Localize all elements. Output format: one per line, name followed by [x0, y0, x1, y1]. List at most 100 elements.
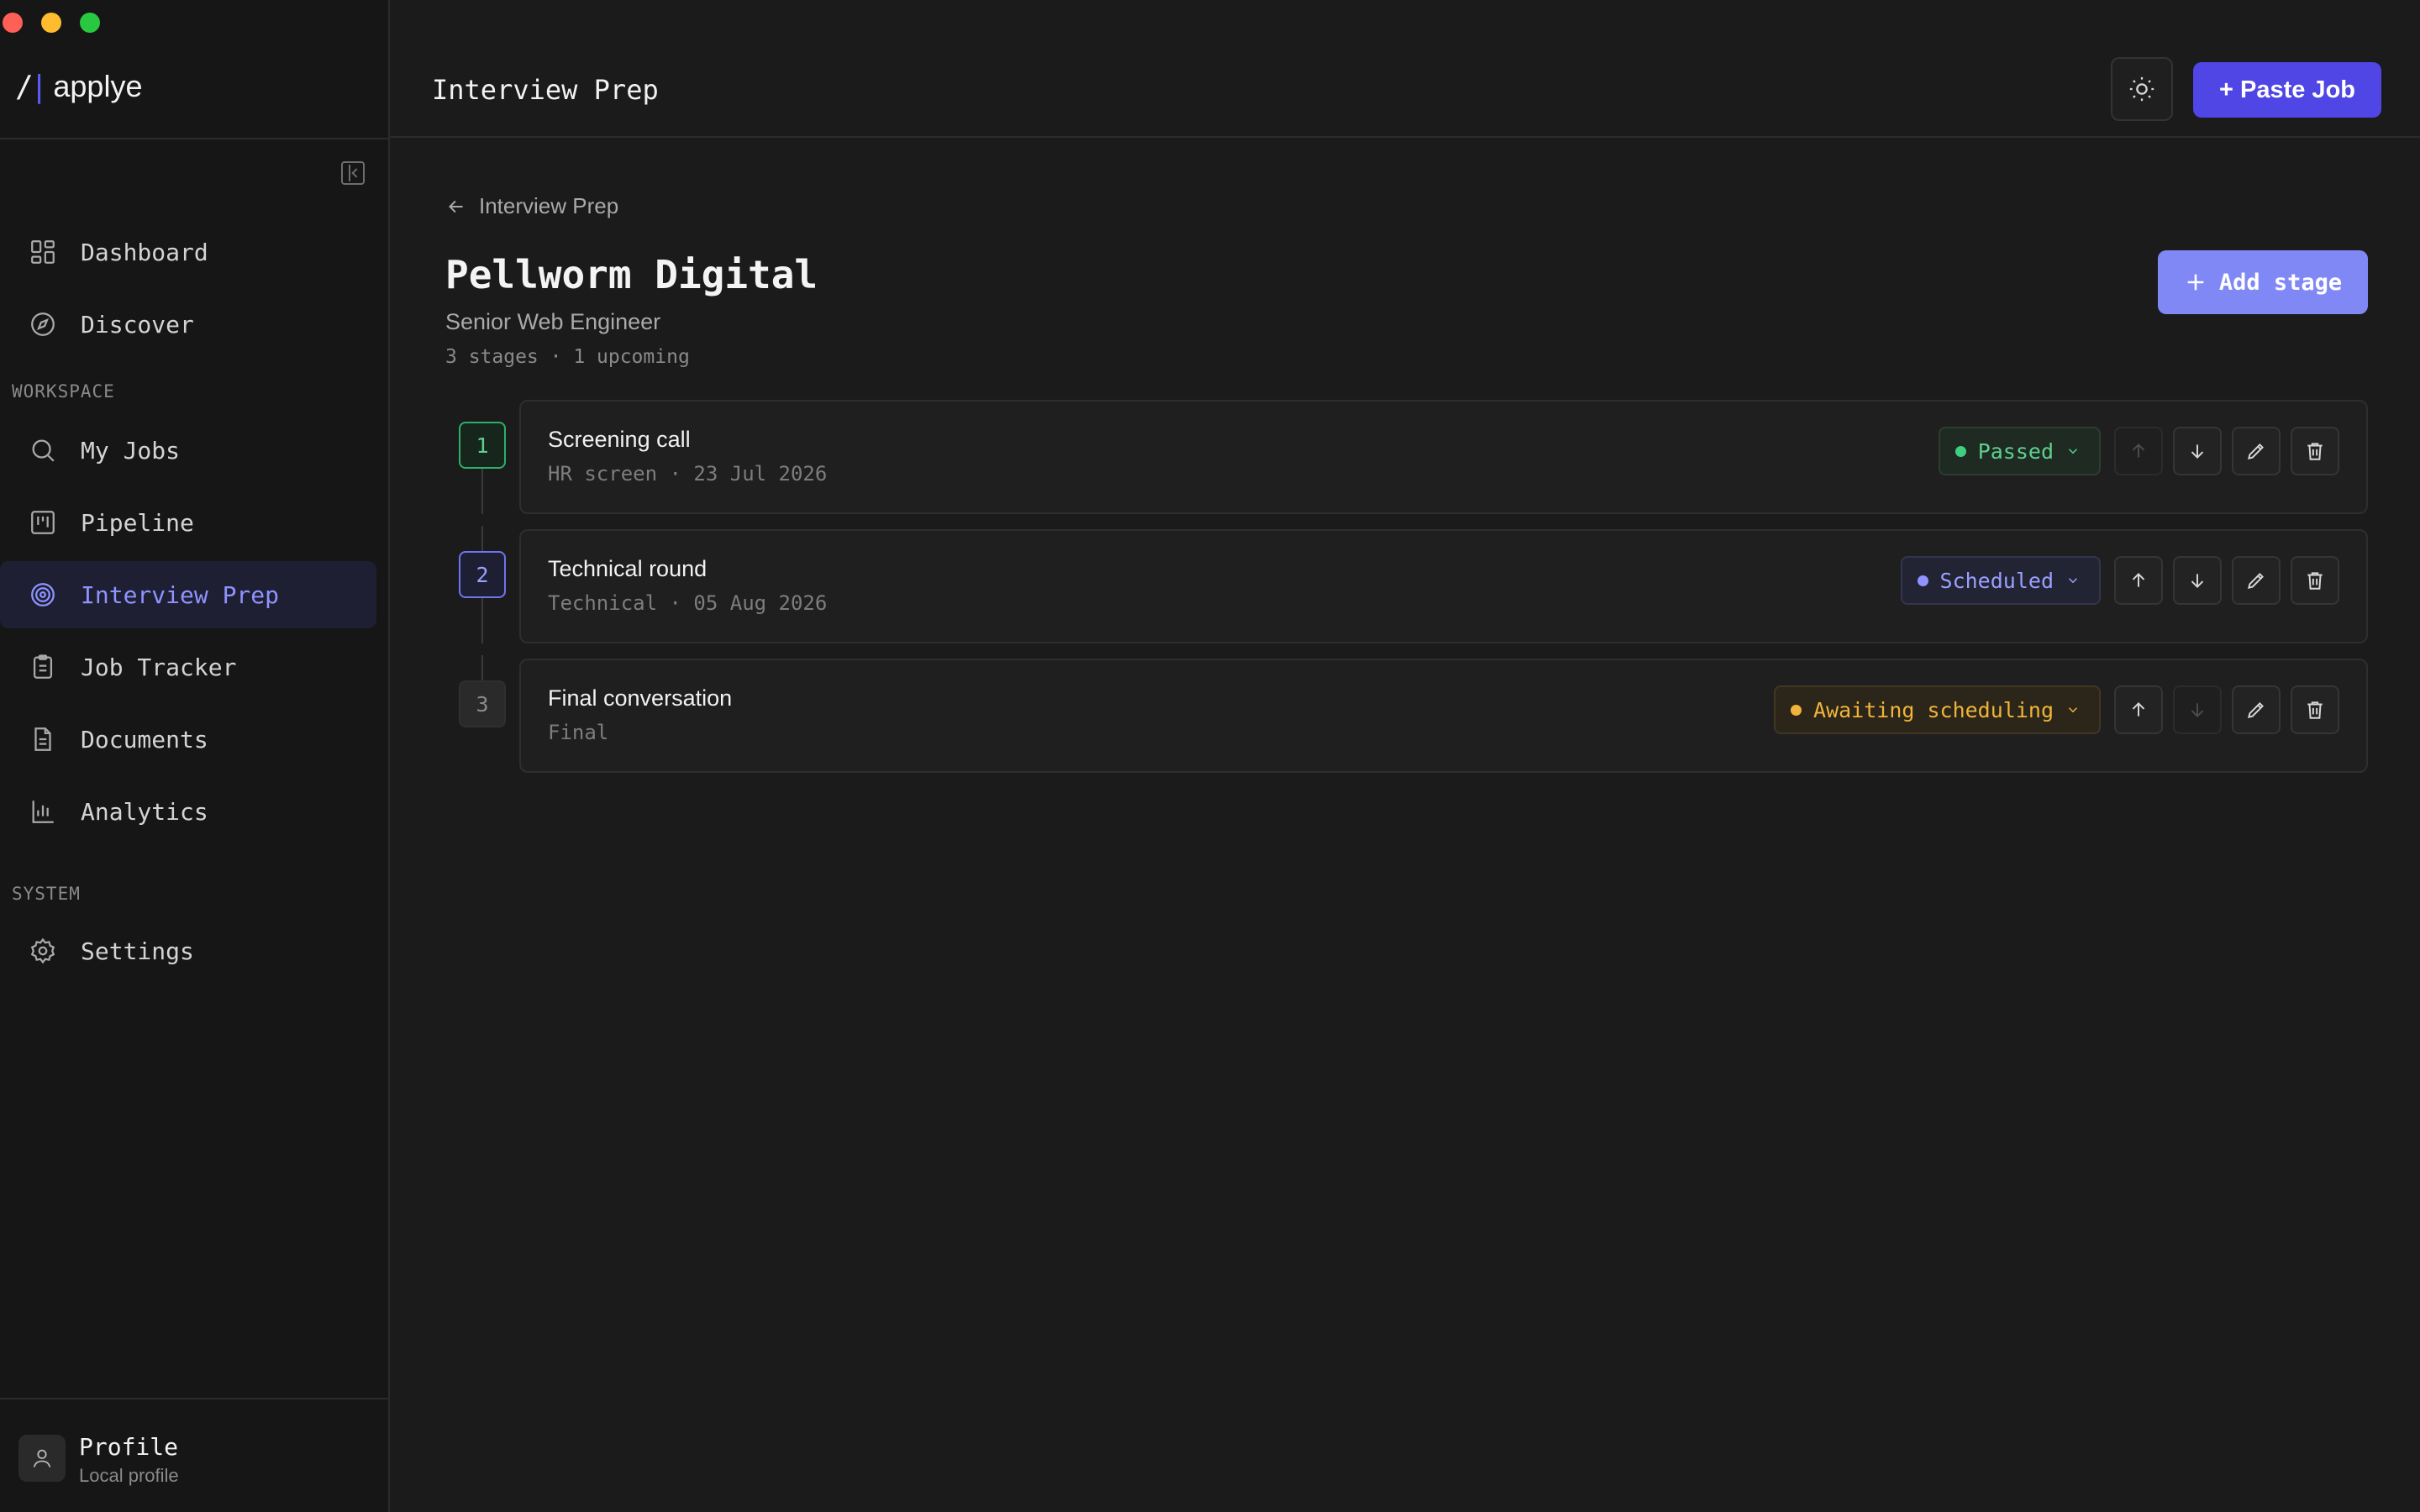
chevron-down-icon [2068, 578, 2078, 584]
top-bar: Interview Prep + Paste Job [390, 0, 2420, 138]
stages-summary: 3 stages · 1 upcoming [445, 346, 690, 368]
stage-subtitle: Technical · 05 Aug 2026 [548, 591, 828, 615]
move-up-button[interactable] [2114, 427, 2163, 475]
delete-button[interactable] [2291, 685, 2339, 734]
stage-connector [481, 526, 483, 551]
paste-job-button[interactable]: + Paste Job [2193, 62, 2381, 118]
add-stage-button[interactable]: Add stage [2158, 250, 2368, 314]
stage-connector [481, 598, 483, 643]
stage-connector [481, 469, 483, 514]
user-icon [33, 1449, 51, 1467]
sidebar-item-label: Interview Prep [81, 580, 280, 609]
status-dot [1791, 704, 1802, 716]
stage-title: Screening call [548, 427, 691, 452]
back-link-label: Interview Prep [479, 193, 619, 218]
collapse-sidebar-icon[interactable] [341, 161, 365, 185]
delete-button[interactable] [2291, 427, 2339, 475]
trash-icon [2307, 572, 2323, 590]
status-dropdown[interactable]: Awaiting scheduling [1774, 685, 2101, 734]
stage-number-badge: 3 [459, 680, 506, 727]
sidebar-item-dashboard[interactable]: Dashboard [0, 218, 376, 286]
page-title: Interview Prep [432, 74, 659, 106]
move-down-button[interactable] [2173, 427, 2222, 475]
sidebar-item-label: Discover [81, 310, 194, 339]
pencil-icon [2247, 444, 2264, 460]
sidebar-item-interview-prep[interactable]: Interview Prep [0, 561, 376, 628]
stage-actions: Passed [1938, 427, 2339, 475]
minimize-window-button[interactable] [41, 13, 61, 33]
sidebar-item-discover[interactable]: Discover [0, 291, 376, 358]
company-name: Pellworm Digital [445, 252, 818, 297]
stage-actions: Scheduled [1900, 556, 2339, 605]
sidebar-item-job-tracker[interactable]: Job Tracker [0, 633, 376, 701]
back-link[interactable]: Interview Prep [445, 193, 618, 219]
section-label-workspace: WORKSPACE [12, 381, 115, 402]
stage-subtitle: HR screen · 23 Jul 2026 [548, 462, 828, 486]
brand-mark-icon: /| [15, 69, 48, 104]
avatar [18, 1435, 66, 1482]
theme-toggle-button[interactable] [2111, 57, 2173, 121]
sidebar-item-label: Documents [81, 725, 208, 753]
edit-button[interactable] [2232, 685, 2281, 734]
sidebar-item-pipeline[interactable]: Pipeline [0, 489, 376, 556]
status-label: Scheduled [1939, 568, 2054, 593]
chevron-down-icon [2068, 449, 2078, 454]
section-label-system: SYSTEM [12, 884, 81, 904]
stage-connector [481, 655, 483, 680]
status-dot [1917, 575, 1928, 586]
profile-subtitle: Local profile [79, 1465, 179, 1486]
edit-button[interactable] [2232, 427, 2281, 475]
pencil-icon [2247, 573, 2264, 590]
stage-card: Final conversation Final Awaiting schedu… [519, 659, 2368, 773]
gear-icon [29, 937, 57, 965]
sidebar-item-analytics[interactable]: Analytics [0, 778, 376, 845]
stage-card: Technical round Technical · 05 Aug 2026 … [519, 529, 2368, 643]
stage-card: Screening call HR screen · 23 Jul 2026 P… [519, 400, 2368, 514]
status-label: Passed [1977, 438, 2054, 464]
trash-icon [2307, 701, 2323, 719]
arrow-up-icon [2132, 573, 2145, 587]
brand-logo[interactable]: /| applye [15, 69, 142, 104]
sidebar: /| applye Dashboard Discover WORKSPACE M… [0, 0, 390, 1512]
status-dropdown[interactable]: Passed [1938, 427, 2101, 475]
maximize-window-button[interactable] [80, 13, 100, 33]
status-dot [1954, 445, 1966, 457]
job-role: Senior Web Engineer [445, 309, 661, 334]
profile-name: Profile [79, 1433, 179, 1461]
status-dropdown[interactable]: Scheduled [1900, 556, 2101, 605]
arrow-up-icon [2132, 444, 2145, 458]
sidebar-item-label: Pipeline [81, 508, 194, 537]
target-icon [29, 580, 57, 609]
trash-icon [2307, 443, 2323, 460]
delete-button[interactable] [2291, 556, 2339, 605]
sidebar-item-label: Job Tracker [81, 653, 237, 681]
sidebar-item-documents[interactable]: Documents [0, 706, 376, 773]
sidebar-item-label: Analytics [81, 797, 208, 826]
edit-button[interactable] [2232, 556, 2281, 605]
dashboard-icon [29, 238, 57, 266]
stage-title: Final conversation [548, 685, 733, 711]
sidebar-item-settings[interactable]: Settings [0, 917, 376, 984]
move-up-button[interactable] [2114, 685, 2163, 734]
stage-actions: Awaiting scheduling [1774, 685, 2339, 734]
add-stage-label: Add stage [2218, 269, 2343, 296]
move-down-button[interactable] [2173, 685, 2222, 734]
chevron-down-icon [2068, 707, 2078, 713]
window-controls [0, 13, 100, 33]
stage-title: Technical round [548, 556, 708, 581]
clipboard-icon [29, 653, 57, 681]
move-down-button[interactable] [2173, 556, 2222, 605]
sidebar-item-label: My Jobs [81, 436, 181, 465]
profile-section[interactable]: Profile Local profile [0, 1398, 388, 1512]
brand-name: applye [53, 69, 143, 103]
arrow-down-icon [2191, 703, 2204, 717]
sidebar-item-my-jobs[interactable]: My Jobs [0, 417, 376, 484]
stage-number-badge: 2 [459, 551, 506, 598]
sidebar-item-label: Settings [81, 937, 194, 965]
sun-icon [2129, 76, 2154, 102]
arrow-down-icon [2191, 444, 2204, 459]
close-window-button[interactable] [3, 13, 23, 33]
stage-number-badge: 1 [459, 422, 506, 469]
move-up-button[interactable] [2114, 556, 2163, 605]
arrow-left-icon [449, 200, 463, 213]
